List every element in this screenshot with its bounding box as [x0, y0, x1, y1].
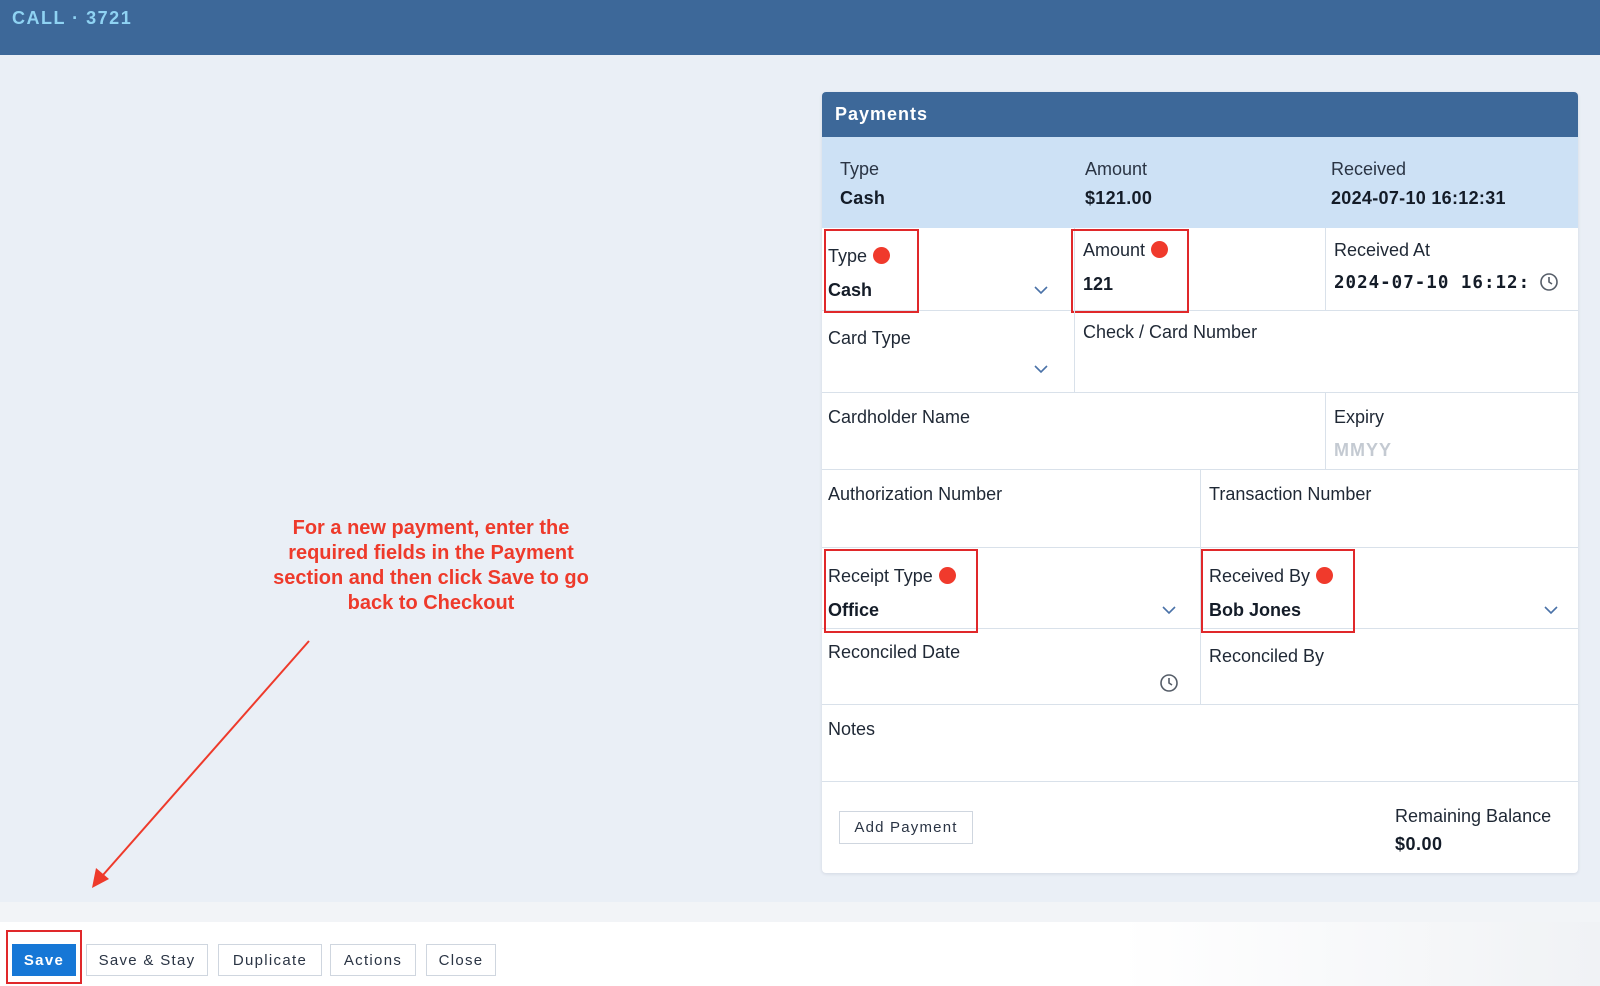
- summary-received-label: Received: [1331, 159, 1407, 179]
- add-payment-button[interactable]: Add Payment: [839, 811, 973, 844]
- type-select[interactable]: Type Cash: [822, 228, 1074, 311]
- receipt-type-value: Office: [828, 600, 880, 620]
- save-button[interactable]: Save: [12, 944, 76, 976]
- cardholder-name-label: Cardholder Name: [828, 407, 971, 427]
- clock-icon[interactable]: [1159, 673, 1179, 693]
- type-field-value: Cash: [828, 280, 873, 300]
- reconciled-date-field[interactable]: Reconciled Date: [822, 629, 1200, 705]
- payments-title: Payments: [835, 104, 929, 124]
- summary-type-value: Cash: [840, 188, 886, 208]
- notes-field[interactable]: Notes: [822, 705, 1578, 782]
- received-at-label: Received At: [1334, 240, 1431, 260]
- chevron-down-icon: [1034, 365, 1048, 374]
- summary-amount-value: $121.00: [1085, 188, 1153, 208]
- receipt-type-label: Receipt Type: [828, 566, 956, 587]
- chevron-down-icon: [1034, 286, 1048, 295]
- payments-header: Payments: [822, 92, 1578, 137]
- summary-type: Type Cash: [840, 159, 885, 209]
- card-type-select[interactable]: Card Type: [822, 311, 1074, 393]
- amount-field-value: 121: [1083, 274, 1114, 294]
- received-at-value: 2024-07-10 16:12:: [1334, 273, 1531, 293]
- actions-button[interactable]: Actions: [330, 944, 416, 976]
- expiry-label: Expiry: [1334, 407, 1385, 427]
- reconciled-date-label: Reconciled Date: [828, 642, 961, 662]
- check-card-number-label: Check / Card Number: [1083, 322, 1258, 342]
- received-at-field[interactable]: Received At 2024-07-10 16:12:: [1326, 228, 1578, 311]
- annotation-note: For a new payment, enter the required fi…: [273, 517, 589, 614]
- payment-summary-row[interactable]: Type Cash Amount $121.00 Received 2024-0…: [822, 137, 1578, 228]
- summary-received-value: 2024-07-10 16:12:31: [1331, 188, 1506, 208]
- required-dot-icon: [1151, 241, 1169, 258]
- notes-label: Notes: [828, 719, 876, 739]
- duplicate-button[interactable]: Duplicate: [218, 944, 322, 976]
- summary-amount: Amount $121.00: [1085, 159, 1152, 209]
- received-by-value: Bob Jones: [1209, 600, 1302, 620]
- clock-icon[interactable]: [1539, 272, 1559, 292]
- check-card-number-field[interactable]: Check / Card Number: [1075, 311, 1578, 393]
- transaction-number-field[interactable]: Transaction Number: [1201, 470, 1578, 548]
- save-and-stay-button[interactable]: Save & Stay: [86, 944, 208, 976]
- received-by-select[interactable]: Received By Bob Jones: [1201, 548, 1578, 629]
- chevron-down-icon: [1544, 606, 1558, 615]
- amount-field-label: Amount: [1083, 240, 1169, 261]
- remaining-balance-label: Remaining Balance: [1395, 806, 1552, 826]
- authorization-number-label: Authorization Number: [828, 484, 1003, 504]
- receipt-type-select[interactable]: Receipt Type Office: [822, 548, 1200, 629]
- summary-amount-label: Amount: [1085, 159, 1148, 179]
- reconciled-by-field[interactable]: Reconciled By: [1201, 629, 1578, 705]
- chevron-down-icon: [1162, 606, 1176, 615]
- required-dot-icon: [873, 247, 891, 264]
- expiry-field[interactable]: Expiry MMYY: [1326, 393, 1578, 470]
- app-header: CALL · 3721: [0, 0, 1600, 55]
- toolbar-separator: [0, 902, 1600, 922]
- cardholder-name-field[interactable]: Cardholder Name: [822, 393, 1325, 470]
- amount-field[interactable]: Amount 121: [1075, 228, 1325, 311]
- received-by-label: Received By: [1209, 566, 1334, 587]
- payments-panel: Payments Type Cash Amount $121.00 Receiv…: [822, 92, 1578, 873]
- expiry-placeholder: MMYY: [1334, 440, 1392, 460]
- call-title: CALL · 3721: [12, 8, 133, 28]
- required-dot-icon: [1316, 567, 1334, 584]
- reconciled-by-label: Reconciled By: [1209, 646, 1325, 666]
- authorization-number-field[interactable]: Authorization Number: [822, 470, 1200, 548]
- transaction-number-label: Transaction Number: [1209, 484, 1372, 504]
- summary-received: Received 2024-07-10 16:12:31: [1331, 159, 1506, 209]
- remaining-balance-value: $0.00: [1395, 834, 1443, 854]
- required-dot-icon: [938, 567, 956, 584]
- close-button[interactable]: Close: [426, 944, 496, 976]
- summary-type-label: Type: [840, 159, 880, 179]
- card-type-label: Card Type: [828, 328, 911, 348]
- type-field-label: Type: [828, 246, 891, 267]
